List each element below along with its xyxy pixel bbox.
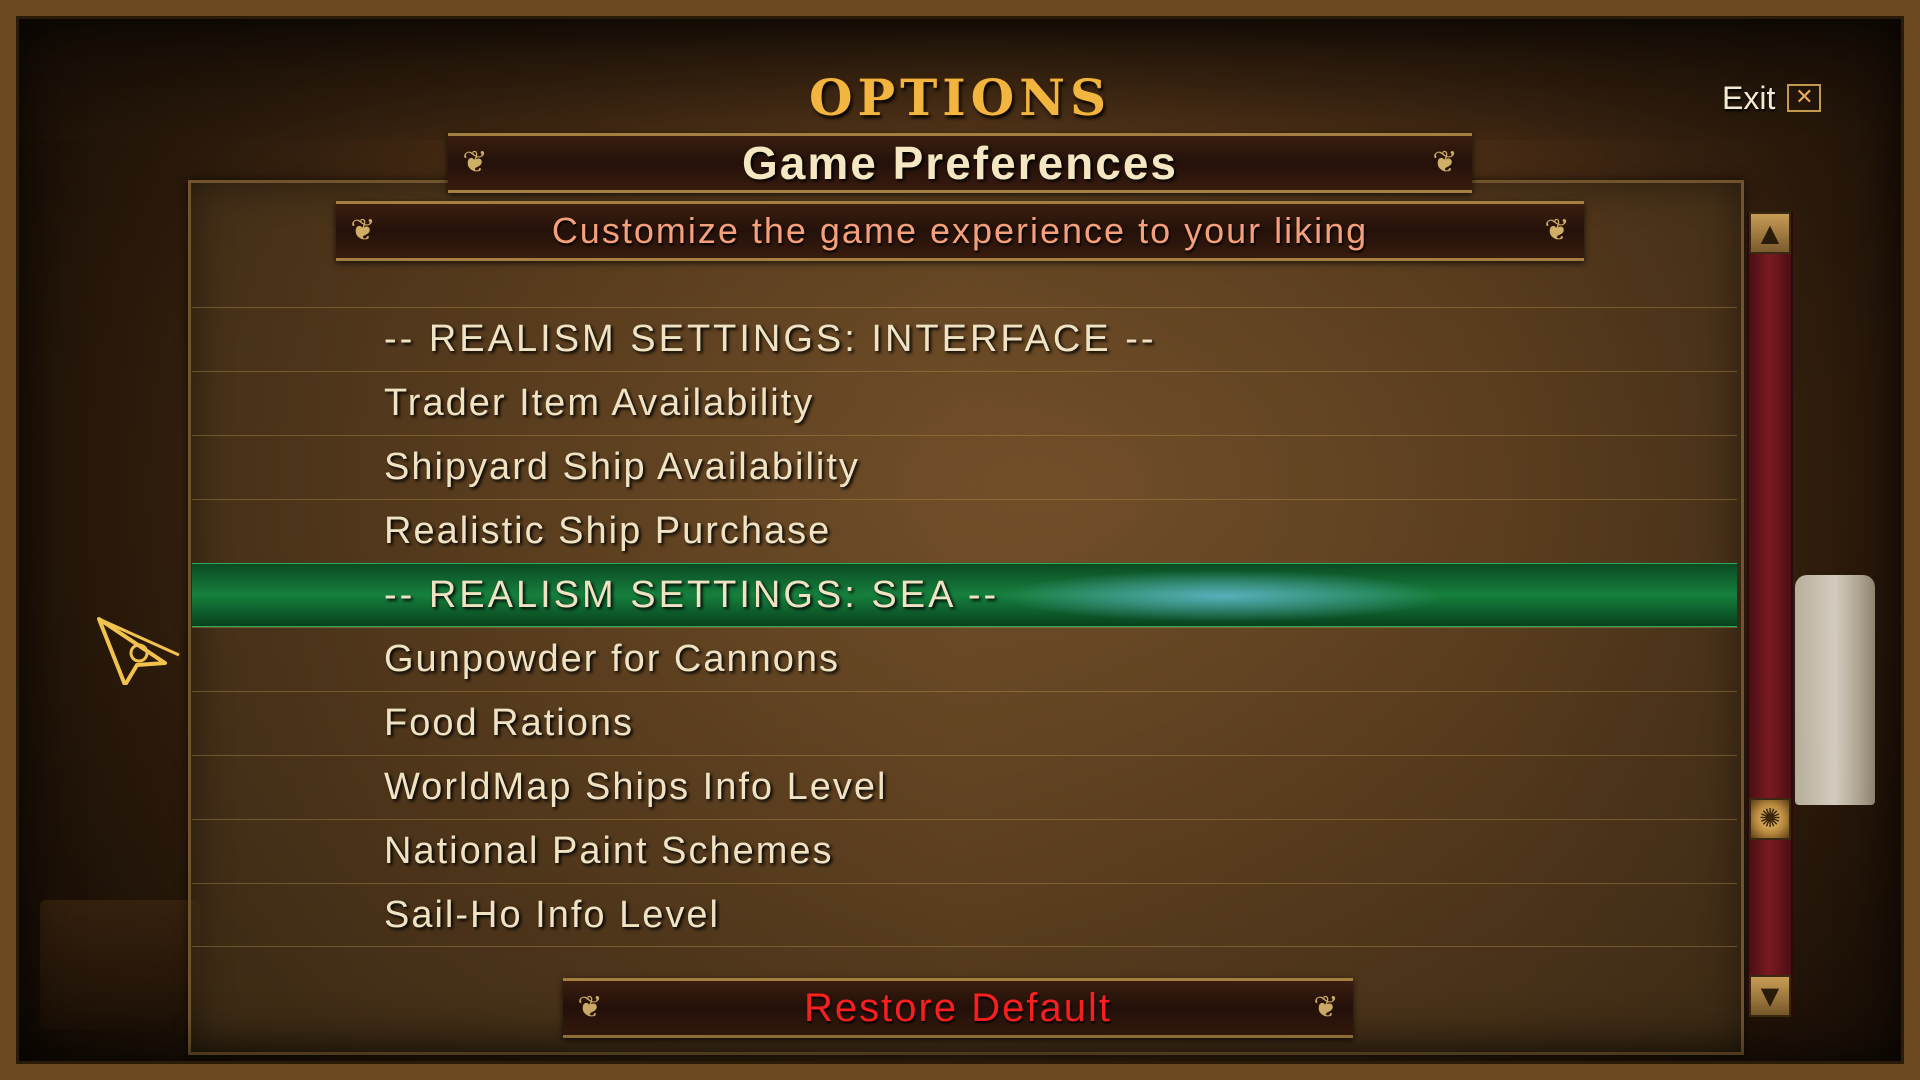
exit-button[interactable]: Exit ✕ xyxy=(1722,78,1822,118)
list-item-label: Trader Item Availability xyxy=(384,382,815,424)
scroll-ornament-icon: ❦ xyxy=(350,213,376,248)
restore-default-label: Restore Default xyxy=(804,985,1112,1030)
list-item-national-paint-schemes[interactable]: National Paint Schemes xyxy=(192,819,1737,883)
list-item-realistic-ship-purchase[interactable]: Realistic Ship Purchase xyxy=(192,499,1737,563)
game-preferences-banner: ❦ Game Preferences ❦ xyxy=(448,133,1472,193)
list-item-label: Shipyard Ship Availability xyxy=(384,446,860,488)
list-item-shipyard-ship-availability[interactable]: Shipyard Ship Availability xyxy=(192,435,1737,499)
scroll-ornament-icon: ❦ xyxy=(462,145,488,180)
restore-default-button[interactable]: ❦ Restore Default ❦ xyxy=(563,978,1353,1038)
list-item-trader-item-availability[interactable]: Trader Item Availability xyxy=(192,371,1737,435)
list-item-label: National Paint Schemes xyxy=(384,830,834,872)
arrow-up-icon[interactable]: ▲ xyxy=(1749,212,1791,254)
list-item-label: Realistic Ship Purchase xyxy=(384,510,832,552)
list-item-gunpowder-for-cannons[interactable]: Gunpowder for Cannons xyxy=(192,627,1737,691)
background-book xyxy=(40,900,200,1030)
exit-label: Exit xyxy=(1722,79,1776,116)
list-item-food-rations[interactable]: Food Rations xyxy=(192,691,1737,755)
compass-cursor-icon xyxy=(97,617,180,685)
list-item-label: Gunpowder for Cannons xyxy=(384,638,841,680)
subtitle-banner: ❦ Customize the game experience to your … xyxy=(336,201,1584,261)
list-item-sail-ho-info-level[interactable]: Sail-Ho Info Level xyxy=(192,883,1737,947)
list-header-sea[interactable]: -- REALISM SETTINGS: SEA -- xyxy=(192,563,1737,627)
options-title: OPTIONS xyxy=(808,68,1112,127)
scroll-ornament-icon: ❦ xyxy=(1544,213,1570,248)
list-item-label: -- REALISM SETTINGS: SEA -- xyxy=(384,573,1000,616)
vertical-scrollbar[interactable]: ▲ ✺ ▼ xyxy=(1747,212,1793,1017)
list-item-label: WorldMap Ships Info Level xyxy=(384,766,888,808)
sun-icon[interactable]: ✺ xyxy=(1749,798,1791,840)
list-item-label: Food Rations xyxy=(384,702,635,744)
panel-title: Game Preferences xyxy=(741,137,1179,189)
list-item-label: Sail-Ho Info Level xyxy=(384,893,720,936)
list-item-label: -- REALISM SETTINGS: INTERFACE -- xyxy=(384,318,1157,360)
list-header-interface[interactable]: -- REALISM SETTINGS: INTERFACE -- xyxy=(192,307,1737,371)
scroll-ornament-icon: ❦ xyxy=(1432,145,1458,180)
scroll-ornament-icon: ❦ xyxy=(577,990,603,1025)
list-item-worldmap-ships-info-level[interactable]: WorldMap Ships Info Level xyxy=(192,755,1737,819)
scroll-ornament-icon: ❦ xyxy=(1313,990,1339,1025)
close-icon: ✕ xyxy=(1787,84,1822,112)
settings-list: -- REALISM SETTINGS: INTERFACE -- Trader… xyxy=(192,307,1737,947)
arrow-down-icon[interactable]: ▼ xyxy=(1749,975,1791,1017)
panel-subtitle: Customize the game experience to your li… xyxy=(551,210,1369,251)
background-candle xyxy=(1795,575,1875,805)
